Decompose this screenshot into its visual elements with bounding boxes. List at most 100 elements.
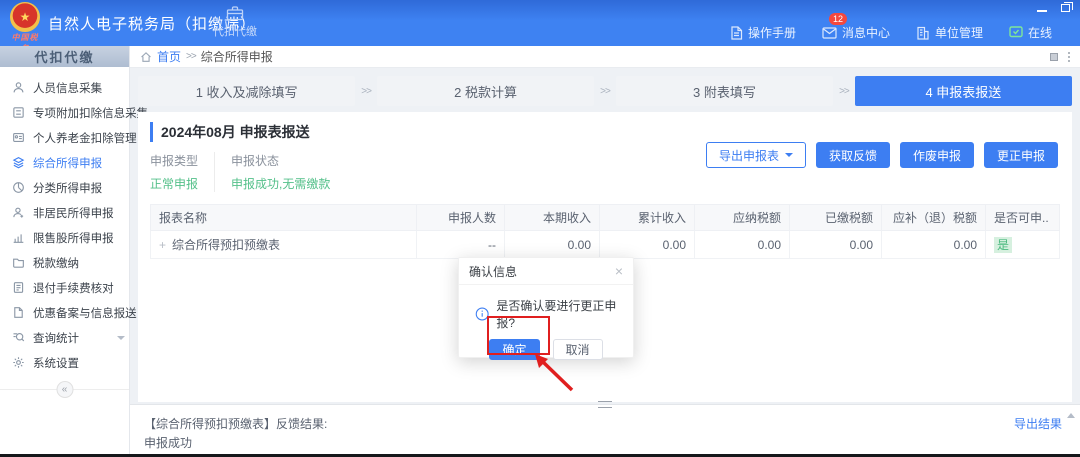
tax-due-cell: 0.00	[882, 231, 986, 259]
document-icon	[730, 26, 743, 40]
tax-paid-cell: 0.00	[790, 231, 882, 259]
person-icon	[12, 81, 25, 94]
declare-type-label: 申报类型	[150, 152, 198, 169]
bar-chart-icon	[12, 231, 25, 244]
tab-withholding-label: 代扣代缴	[213, 23, 257, 39]
collapse-panel-icon[interactable]	[1067, 413, 1075, 418]
step-3-attachments[interactable]: 3 附表填写	[616, 76, 833, 106]
sidebar-item-pension-deduction[interactable]: 个人养老金扣除管理	[0, 125, 129, 150]
declare-status: 申报状态 申报成功,无需缴款	[214, 152, 346, 192]
step-separator: >>	[600, 86, 610, 97]
sidebar-collapse-button[interactable]: «	[56, 381, 73, 398]
manual-button[interactable]: 操作手册	[730, 24, 796, 41]
unit-management-button[interactable]: 单位管理	[916, 24, 983, 41]
breadcrumb-separator: >>	[186, 51, 196, 62]
header-actions: 操作手册 12 消息中心 单位管理 在线	[730, 24, 1052, 41]
status-badge: 是	[994, 237, 1012, 253]
tax-payable-cell: 0.00	[695, 231, 790, 259]
step-1-income[interactable]: 1 收入及减除填写	[138, 76, 355, 106]
online-status[interactable]: 在线	[1009, 24, 1052, 41]
step-4-submit[interactable]: 4 申报表报送	[855, 76, 1072, 106]
close-icon[interactable]: ×	[615, 264, 623, 278]
sidebar-item-system-settings[interactable]: 系统设置	[0, 350, 129, 375]
home-icon	[140, 51, 152, 63]
report-name-cell: +综合所得预扣预缴表	[151, 231, 417, 259]
col-report-name: 报表名称	[151, 205, 417, 231]
export-report-button[interactable]: 导出申报表	[706, 142, 806, 168]
declare-status-label: 申报状态	[231, 152, 330, 169]
cancel-button[interactable]: 取消	[553, 339, 603, 360]
sidebar-item-classified-income[interactable]: 分类所得申报	[0, 175, 129, 200]
file-icon	[12, 306, 25, 319]
declare-type-value: 正常申报	[150, 175, 198, 192]
app-window: ★ 中国税务 自然人电子税务局（扣缴端） 代扣代缴 操作手册 12	[0, 0, 1080, 457]
sidebar-item-nonresident-income[interactable]: 非居民所得申报	[0, 200, 129, 225]
sidebar-title: 代扣代缴	[0, 46, 129, 67]
step-nav: 1 收入及减除填写 >> 2 税款计算 >> 3 附表填写 >> 4 申报表报送	[138, 76, 1072, 106]
step-2-tax-calc[interactable]: 2 税款计算	[377, 76, 594, 106]
sidebar-menu: 人员信息采集 专项附加扣除信息采集 个人养老金扣除管理 综合所得申报 分类所得申…	[0, 67, 129, 375]
minimize-icon[interactable]	[1037, 10, 1047, 12]
breadcrumb-home-link[interactable]: 首页	[157, 48, 181, 65]
tab-withholding[interactable]: 代扣代缴	[205, 5, 265, 39]
col-people-count: 申报人数	[417, 205, 505, 231]
feedback-panel: 【综合所得预扣预缴表】反馈结果: 申报成功 导出结果	[130, 404, 1080, 454]
message-center-button[interactable]: 12 消息中心	[822, 24, 890, 41]
export-result-link[interactable]: 导出结果	[1014, 415, 1062, 432]
feedback-text: 【综合所得预扣预缴表】反馈结果: 申报成功	[130, 405, 1080, 453]
id-card-icon	[12, 131, 25, 144]
col-declarable: 是否可申..	[986, 205, 1060, 231]
get-feedback-button[interactable]: 获取反馈	[816, 142, 890, 168]
top-header: ★ 中国税务 自然人电子税务局（扣缴端） 代扣代缴 操作手册 12	[0, 0, 1080, 46]
table-row[interactable]: +综合所得预扣预缴表 -- 0.00 0.00 0.00 0.00 0.00 是	[151, 231, 1060, 259]
breadcrumb-tools	[1050, 52, 1070, 62]
message-center-label: 消息中心	[842, 24, 890, 41]
sidebar-item-personnel-info[interactable]: 人员信息采集	[0, 75, 129, 100]
step-separator: >>	[361, 86, 371, 97]
feedback-label: 【综合所得预扣预缴表】反馈结果:	[144, 415, 1080, 434]
user-icon	[12, 206, 25, 219]
correct-declaration-button[interactable]: 更正申报	[984, 142, 1058, 168]
sidebar-item-special-deduction[interactable]: 专项附加扣除信息采集	[0, 100, 129, 125]
confirm-button[interactable]: 确定	[489, 339, 539, 360]
declarable-cell: 是	[986, 231, 1060, 259]
total-income-cell: 0.00	[600, 231, 695, 259]
sidebar-item-refund-fee-check[interactable]: 退付手续费核对	[0, 275, 129, 300]
message-count-badge: 12	[829, 13, 847, 25]
pie-chart-icon	[12, 181, 25, 194]
col-total-income: 累计收入	[600, 205, 695, 231]
more-options-icon[interactable]	[1068, 52, 1070, 62]
folder-icon	[12, 256, 25, 269]
panel-icon[interactable]	[1050, 53, 1058, 61]
sidebar-item-query-statistics[interactable]: 查询统计	[0, 325, 129, 350]
step-separator: >>	[839, 86, 849, 97]
dialog-body: 是否确认要进行更正申报?	[459, 285, 633, 339]
sidebar-item-preferential-filing[interactable]: 优惠备案与信息报送	[0, 300, 129, 325]
restore-icon[interactable]	[1061, 4, 1070, 12]
dialog-header: 确认信息 ×	[459, 258, 633, 285]
sidebar-item-restricted-shares[interactable]: 限售股所得申报	[0, 225, 129, 250]
window-controls	[1037, 4, 1070, 12]
sidebar-item-comprehensive-income[interactable]: 综合所得申报	[0, 150, 129, 175]
col-tax-due: 应补（退）税额	[882, 205, 986, 231]
current-income-cell: 0.00	[505, 231, 600, 259]
online-label: 在线	[1028, 24, 1052, 41]
unit-management-label: 单位管理	[935, 24, 983, 41]
sidebar-item-tax-payment[interactable]: 税款缴纳	[0, 250, 129, 275]
void-declaration-button[interactable]: 作废申报	[900, 142, 974, 168]
breadcrumb: 首页 >> 综合所得申报	[130, 46, 1080, 68]
layers-icon	[12, 156, 25, 169]
col-tax-paid: 已缴税额	[790, 205, 882, 231]
chevron-down-icon	[785, 153, 793, 157]
table-header-row: 报表名称 申报人数 本期收入 累计收入 应纳税额 已缴税额 应补（退）税额 是否…	[151, 205, 1060, 231]
resize-handle[interactable]	[598, 401, 612, 408]
gear-icon	[12, 356, 25, 369]
online-check-icon	[1009, 26, 1023, 39]
confirm-dialog: 确认信息 × 是否确认要进行更正申报? 确定 取消	[458, 257, 634, 358]
manual-label: 操作手册	[748, 24, 796, 41]
declare-type: 申报类型 正常申报	[150, 152, 214, 192]
building-icon	[916, 26, 930, 40]
declare-status-value: 申报成功,无需缴款	[231, 175, 330, 192]
search-stats-icon	[12, 331, 25, 344]
expand-row-icon[interactable]: +	[159, 238, 166, 252]
